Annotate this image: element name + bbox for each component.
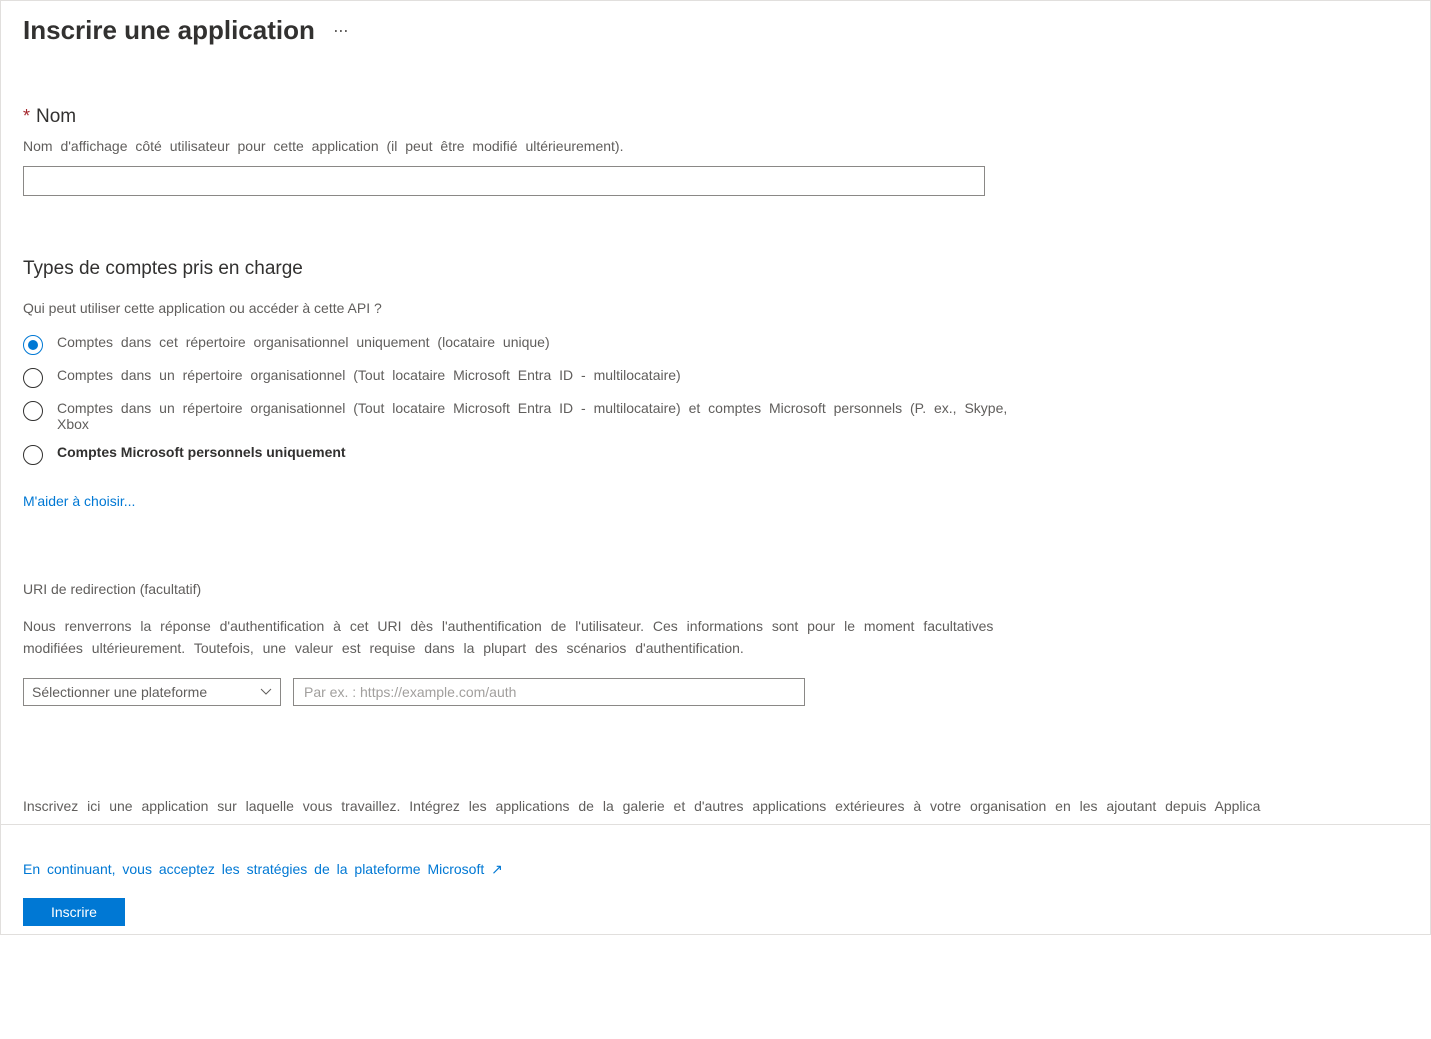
redirect-uri-input[interactable] [293, 678, 805, 706]
radio-icon[interactable] [23, 445, 43, 465]
platform-policies-link[interactable]: En continuant, vous acceptez les stratég… [23, 861, 503, 877]
platform-select[interactable]: Sélectionner une plateforme [23, 678, 281, 706]
redirect-uri-description: Nous renverrons la réponse d'authentific… [23, 615, 1023, 660]
account-types-title: Types de comptes pris en charge [23, 258, 1408, 280]
gallery-note: Inscrivez ici une application sur laquel… [23, 798, 1408, 814]
radio-label: Comptes dans un répertoire organisationn… [57, 367, 681, 383]
account-type-option-multi-tenant-personal[interactable]: Comptes dans un répertoire organisationn… [23, 400, 1408, 432]
account-type-option-multi-tenant[interactable]: Comptes dans un répertoire organisationn… [23, 367, 1408, 388]
required-indicator: * [23, 106, 30, 127]
page-title: Inscrire une application [23, 15, 315, 46]
page-header: Inscrire une application ··· [1, 1, 1430, 54]
chevron-down-icon [260, 686, 272, 698]
radio-label: Comptes Microsoft personnels uniquement [57, 444, 346, 460]
radio-icon[interactable] [23, 335, 43, 355]
footer: En continuant, vous acceptez les stratég… [1, 824, 1430, 934]
platform-select-placeholder: Sélectionner une plateforme [32, 684, 207, 700]
help-me-choose-link[interactable]: M'aider à choisir... [23, 493, 135, 509]
redirect-uri-section: URI de redirection (facultatif) Nous ren… [23, 581, 1408, 706]
name-label: Nom [36, 106, 76, 128]
account-types-section: Types de comptes pris en charge Qui peut… [23, 258, 1408, 509]
radio-icon[interactable] [23, 368, 43, 388]
account-types-subtitle: Qui peut utiliser cette application ou a… [23, 300, 1408, 316]
name-hint: Nom d'affichage côté utilisateur pour ce… [23, 138, 1408, 154]
account-type-option-single-tenant[interactable]: Comptes dans cet répertoire organisation… [23, 334, 1408, 355]
name-label-row: * Nom [23, 106, 1408, 128]
name-input[interactable] [23, 166, 985, 196]
redirect-uri-title: URI de redirection (facultatif) [23, 581, 1408, 597]
register-button[interactable]: Inscrire [23, 898, 125, 926]
more-icon[interactable]: ··· [333, 20, 348, 41]
radio-label: Comptes dans cet répertoire organisation… [57, 334, 550, 350]
radio-label: Comptes dans un répertoire organisationn… [57, 400, 1037, 432]
account-type-option-personal-only[interactable]: Comptes Microsoft personnels uniquement [23, 444, 1408, 465]
radio-icon[interactable] [23, 401, 43, 421]
account-types-radio-group: Comptes dans cet répertoire organisation… [23, 334, 1408, 465]
